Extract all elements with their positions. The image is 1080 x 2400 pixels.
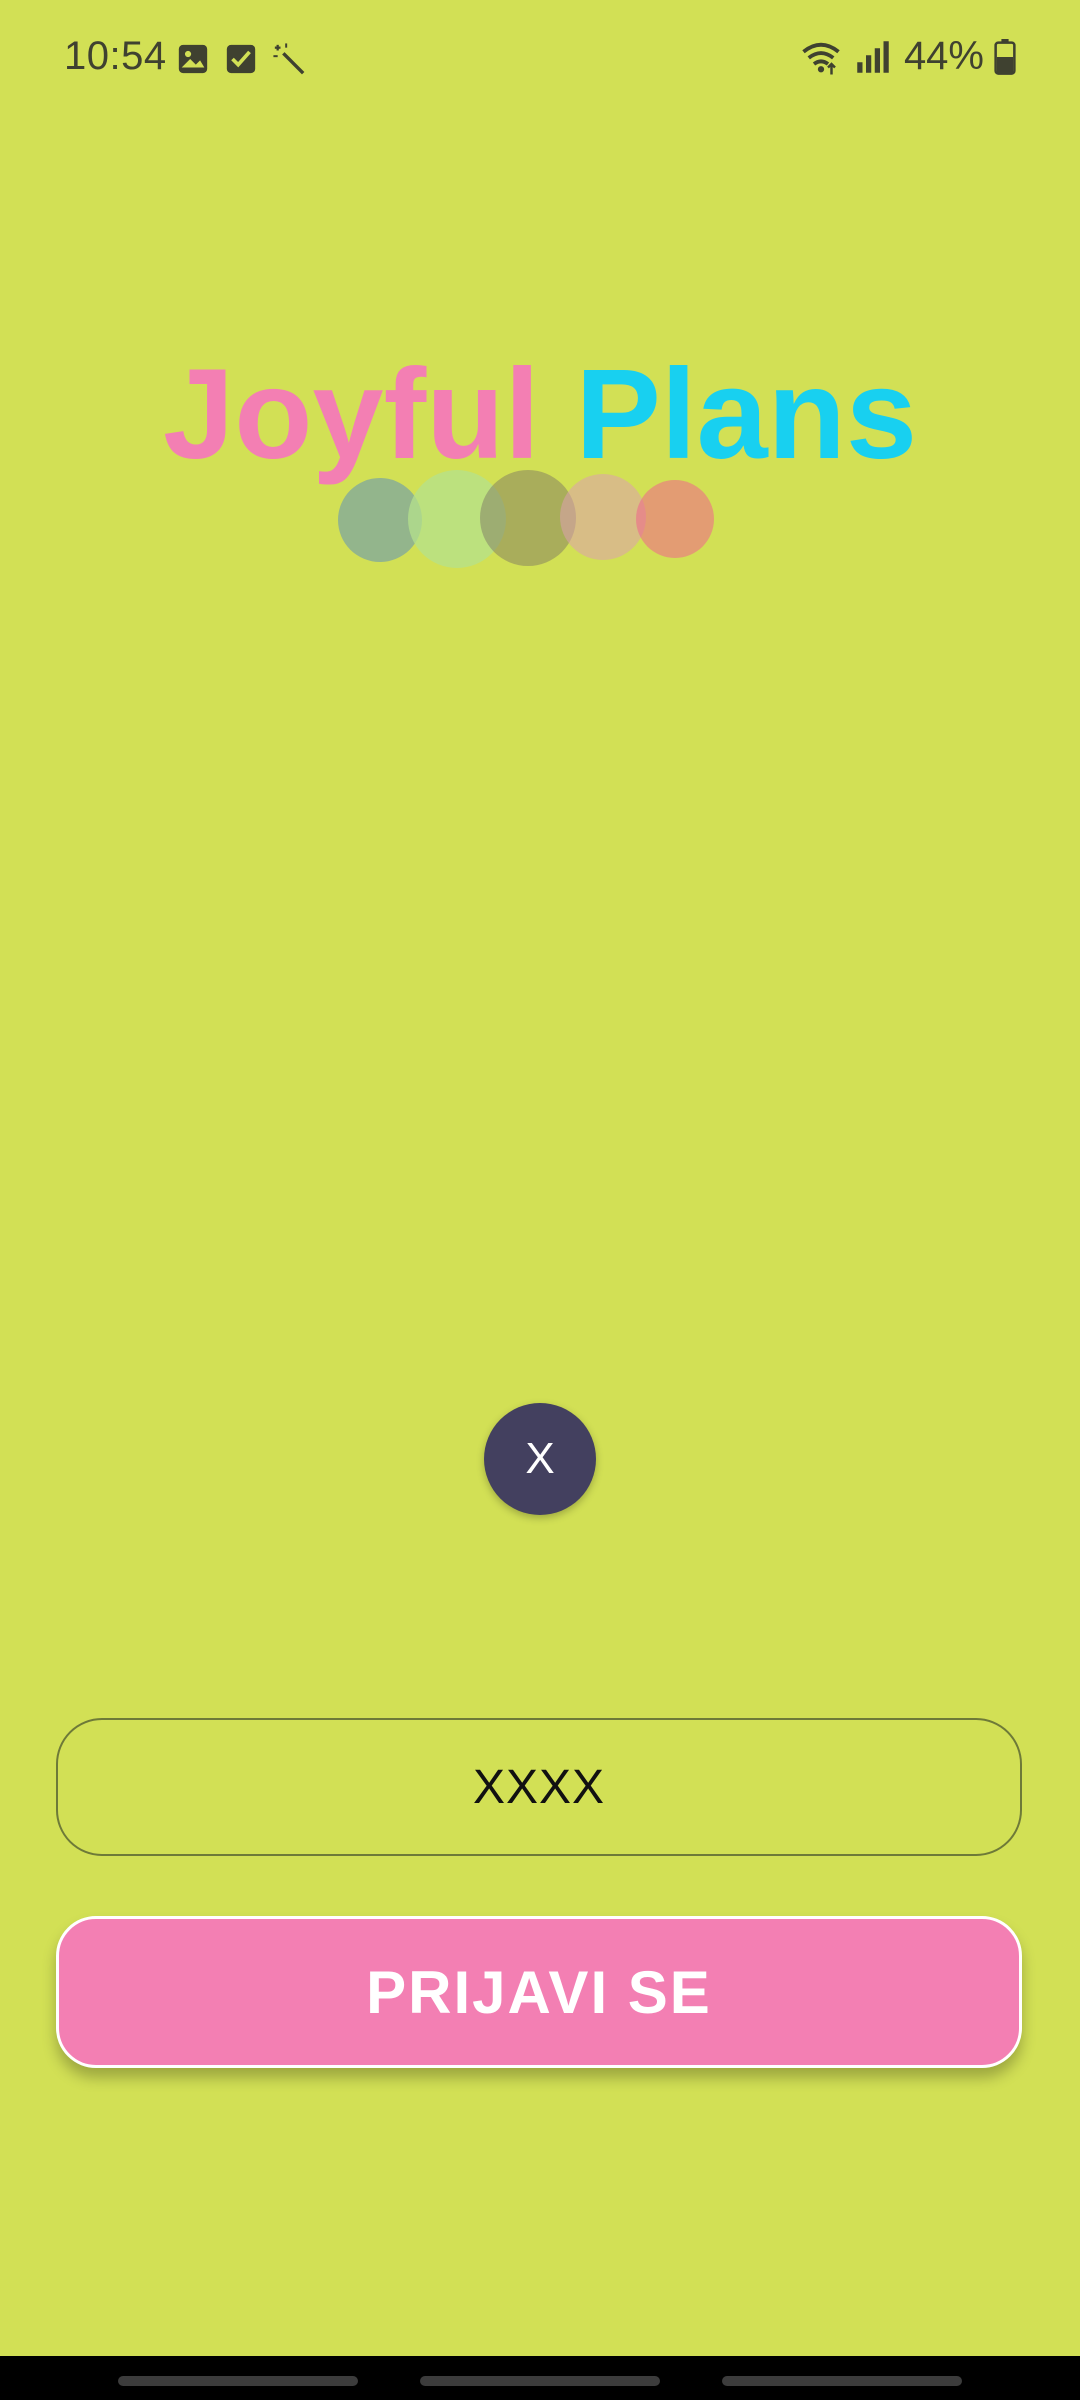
login-button[interactable]: PRIJAVI SE — [56, 1916, 1022, 2068]
status-time: 10:54 — [64, 34, 167, 78]
signal-icon — [857, 40, 889, 73]
app-title: Joyful Plans — [0, 340, 1080, 490]
notification-icons — [176, 42, 306, 76]
decor-circle — [338, 478, 422, 562]
close-button[interactable]: X — [484, 1403, 596, 1515]
title-word-plans: Plans — [575, 343, 918, 486]
title-word-joyful: Joyful — [163, 343, 540, 486]
decor-circle — [636, 480, 714, 558]
wifi-icon — [802, 42, 840, 74]
checkbox-icon — [226, 44, 256, 74]
nav-handle — [722, 2376, 962, 2386]
system-status: 44% — [800, 34, 1016, 79]
battery-percent: 44% — [903, 34, 984, 78]
code-input[interactable]: XXXX — [56, 1718, 1022, 1856]
magic-wand-icon — [273, 43, 305, 75]
status-bar: 10:54 44% — [0, 0, 1080, 120]
image-icon — [178, 44, 208, 74]
nav-handle — [420, 2376, 660, 2386]
nav-handle — [118, 2376, 358, 2386]
navigation-bar — [0, 2356, 1080, 2400]
battery-icon — [994, 38, 1016, 75]
